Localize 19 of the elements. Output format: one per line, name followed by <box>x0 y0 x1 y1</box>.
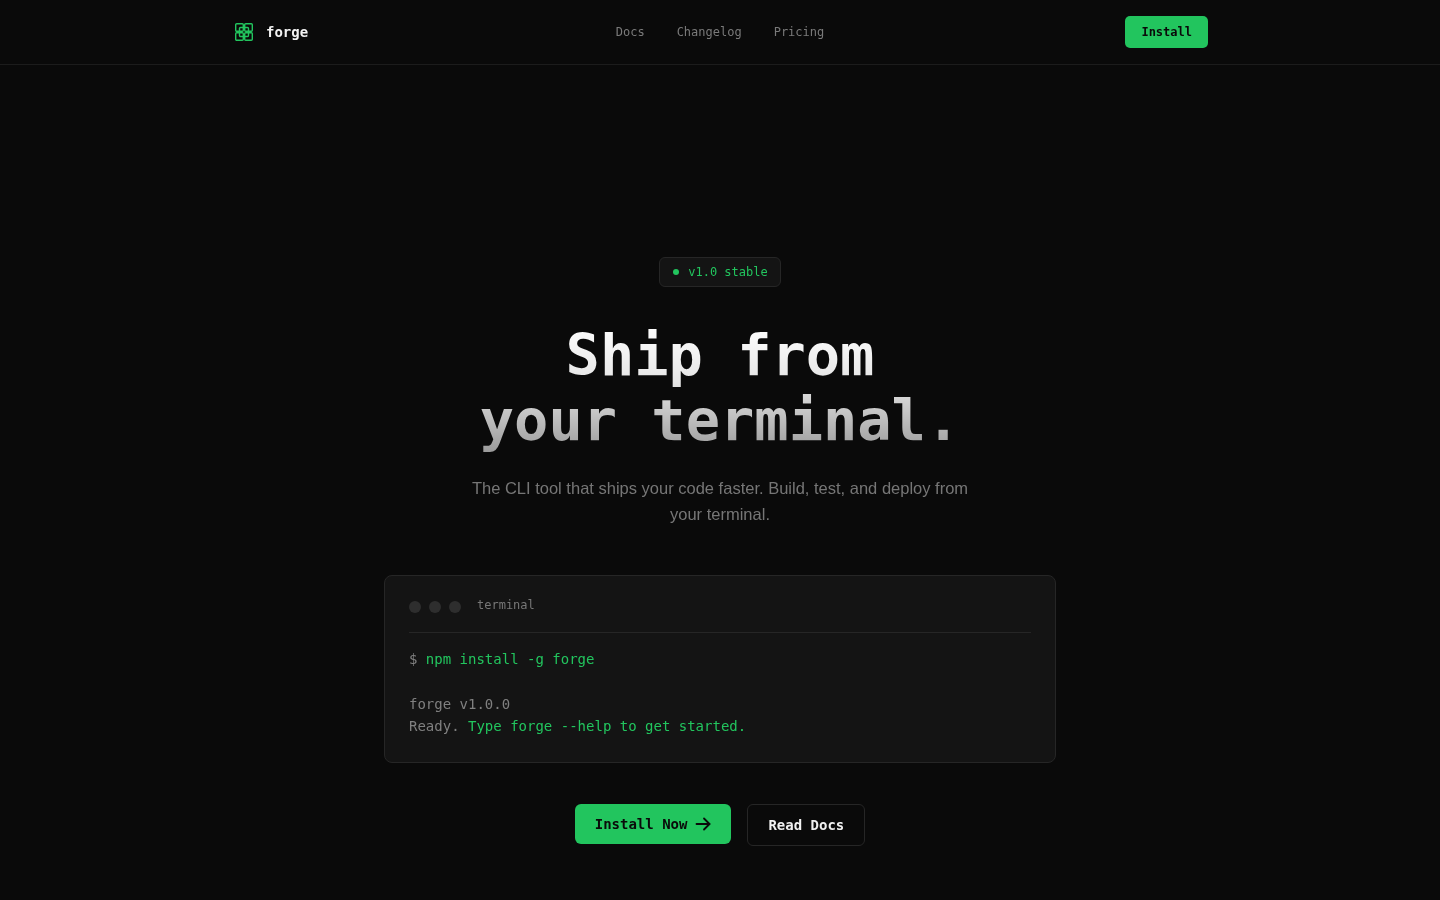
read-docs-button[interactable]: Read Docs <box>747 803 866 846</box>
install-now-button[interactable]: Install Now <box>574 803 732 844</box>
window-dot-icon <box>409 600 421 613</box>
hero-subtitle: The CLI tool that ships your code faster. Build, test, and deploy from your terminal. <box>470 478 970 525</box>
install-button[interactable]: Install <box>1125 16 1208 48</box>
badge-text: v1.0 stable <box>688 265 768 279</box>
terminal-line: $ npm install -g forge <box>409 650 596 669</box>
brand-name: forge <box>266 24 309 40</box>
terminal-line: forge v1.0.0 <box>409 694 512 714</box>
terminal-title: terminal <box>477 598 535 612</box>
nav-link[interactable]: Changelog <box>676 25 742 39</box>
status-dot-icon <box>673 269 680 275</box>
terminal-line: Ready. Type forge --help to get started. <box>409 717 748 736</box>
nav-link[interactable]: Pricing <box>773 25 825 39</box>
window-dot-icon <box>429 600 441 613</box>
grid-logo-icon <box>235 23 253 41</box>
nav-link[interactable]: Docs <box>615 25 645 39</box>
arrow-right-icon <box>695 815 712 832</box>
window-dot-icon <box>449 600 461 613</box>
